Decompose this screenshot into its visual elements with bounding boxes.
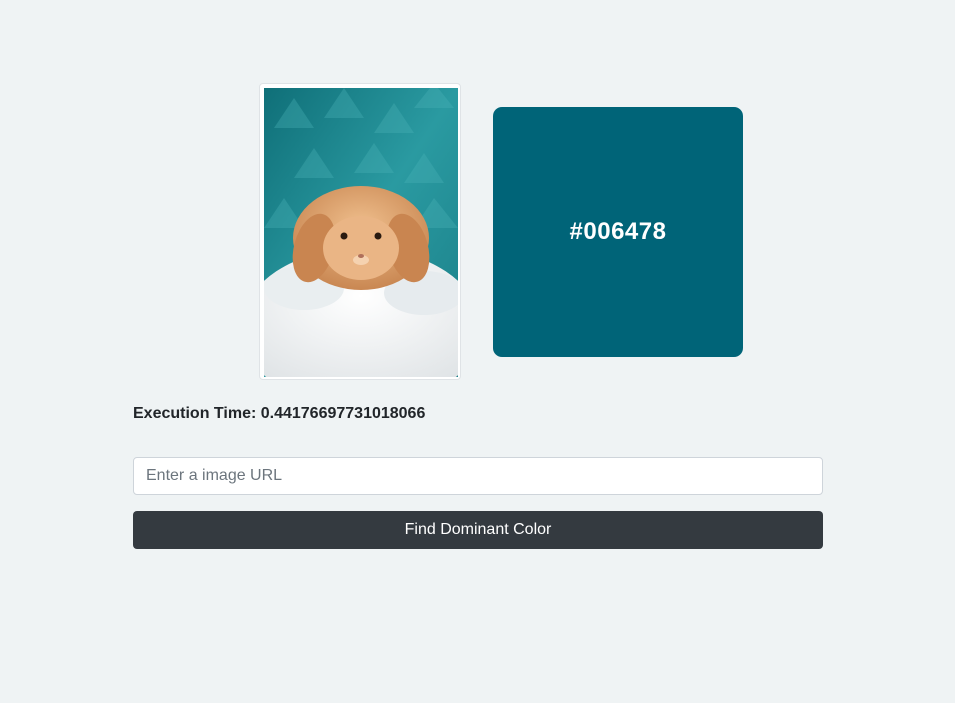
dominant-color-hex: #006478 bbox=[569, 218, 667, 245]
image-preview-frame bbox=[259, 83, 461, 380]
image-url-input[interactable] bbox=[133, 457, 823, 495]
bunny-image bbox=[264, 88, 458, 377]
execution-time: Execution Time: 0.44176697731018066 bbox=[133, 405, 426, 422]
dominant-color-swatch: #006478 bbox=[493, 107, 743, 357]
find-dominant-color-button[interactable]: Find Dominant Color bbox=[133, 511, 823, 549]
page: #006478 Execution Time: 0.44176697731018… bbox=[0, 0, 955, 703]
